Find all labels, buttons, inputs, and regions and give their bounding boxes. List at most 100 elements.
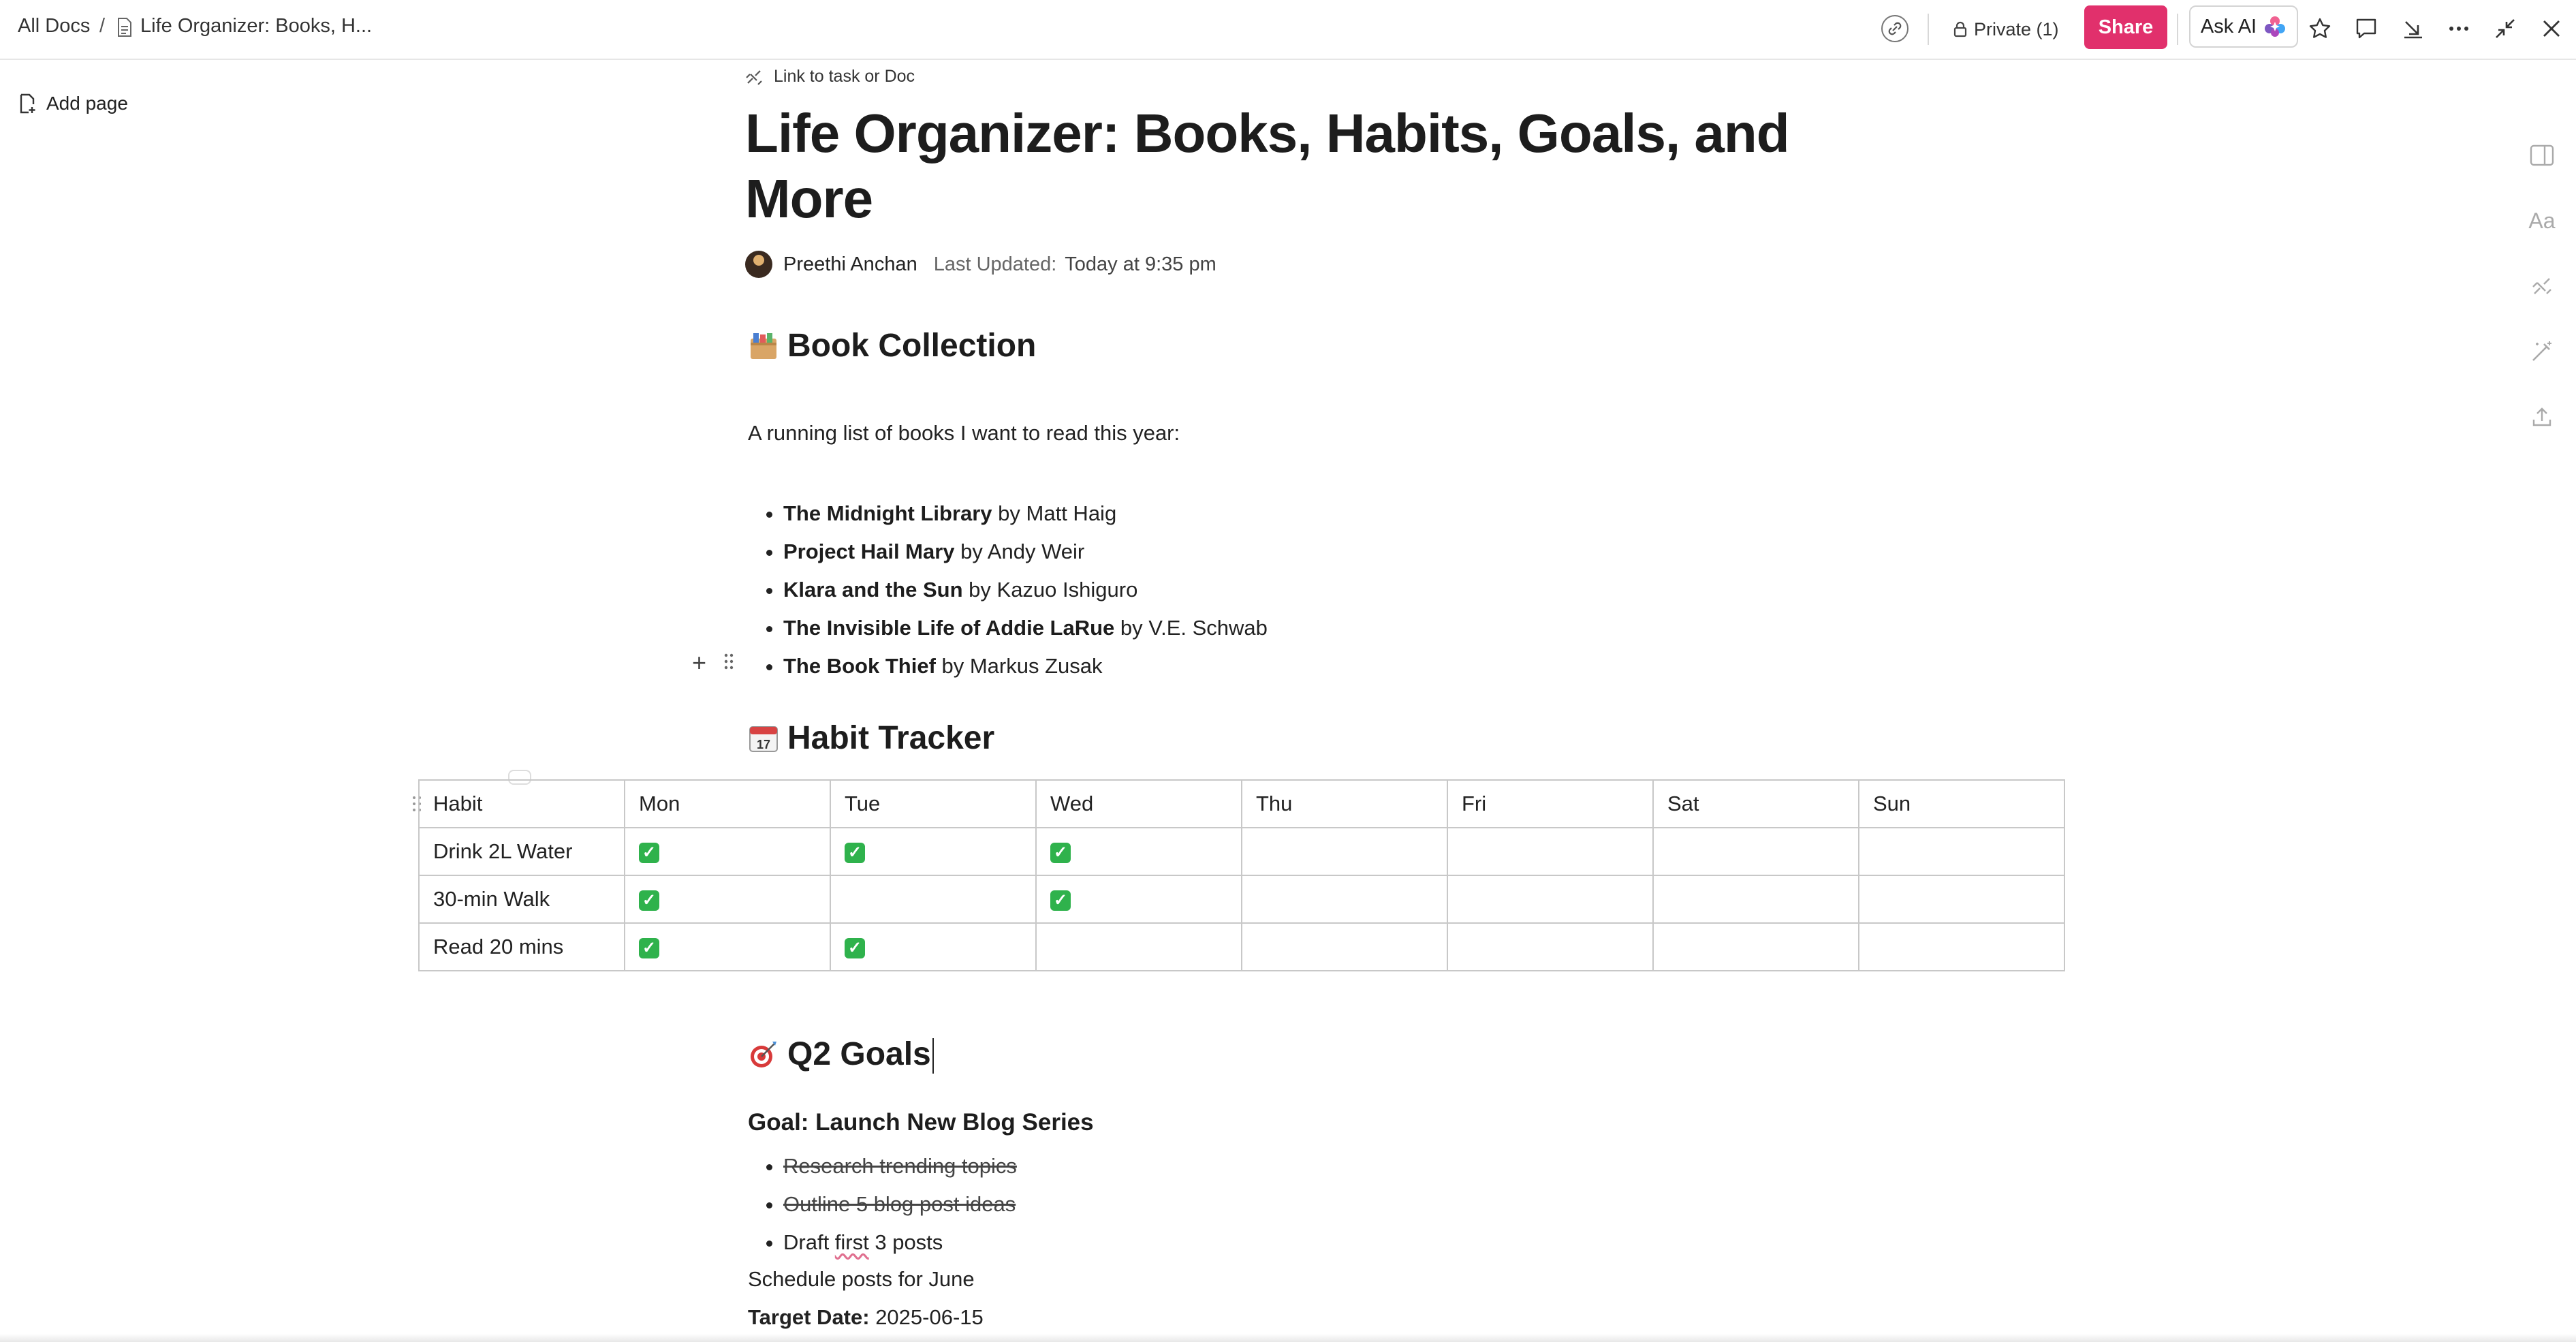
close-icon[interactable] xyxy=(2535,12,2568,45)
habit-tracker-title: Habit Tracker xyxy=(787,720,995,756)
table-header-cell[interactable]: Thu xyxy=(1241,779,1448,828)
goal-task-list: Research trending topics Outline 5 blog … xyxy=(748,1147,1017,1262)
list-item[interactable]: The Book Thief by Markus Zusak xyxy=(783,647,1268,685)
link-icon[interactable] xyxy=(1881,15,1909,42)
book-title: The Invisible Life of Addie LaRue xyxy=(783,616,1115,640)
ask-ai-button[interactable]: Ask AI xyxy=(2189,5,2298,48)
relationship-icon[interactable] xyxy=(2526,270,2558,302)
habit-day-cell[interactable] xyxy=(1858,827,2065,876)
habit-day-cell[interactable]: ✓ xyxy=(1035,827,1242,876)
private-button[interactable]: Private (1) xyxy=(1947,11,2066,48)
doc-title[interactable]: Life Organizer: Books, Habits, Goals, an… xyxy=(745,101,1808,232)
habit-day-cell[interactable] xyxy=(1241,827,1448,876)
habit-name-cell[interactable]: 30-min Walk xyxy=(418,875,625,924)
habit-day-cell[interactable]: ✓ xyxy=(830,922,1037,971)
book-title: Project Hail Mary xyxy=(783,540,955,563)
book-collection-heading: Book Collection xyxy=(748,327,1036,364)
add-block-icon[interactable]: + xyxy=(692,649,706,677)
byline: Preethi Anchan Last Updated: Today at 9:… xyxy=(745,251,1216,278)
misspelled-word[interactable]: first xyxy=(835,1230,869,1254)
toolbar-divider xyxy=(1928,14,1929,45)
book-list: The Midnight Library by Matt Haig Projec… xyxy=(748,495,1268,685)
breadcrumb-all-docs[interactable]: All Docs xyxy=(18,15,90,37)
book-collection-title: Book Collection xyxy=(787,328,1037,364)
habit-day-cell[interactable]: ✓ xyxy=(624,875,831,924)
habit-day-cell[interactable] xyxy=(1241,875,1448,924)
collapse-icon[interactable] xyxy=(2489,12,2522,45)
habit-day-cell[interactable] xyxy=(1035,922,1242,971)
goal-title: Goal: Launch New Blog Series xyxy=(748,1109,1094,1136)
list-item[interactable]: The Midnight Library by Matt Haig xyxy=(783,495,1268,533)
top-bar: All Docs / Life Organizer: Books, H... P… xyxy=(0,0,2576,60)
habit-day-cell[interactable] xyxy=(1447,827,1654,876)
add-page-button[interactable]: Add page xyxy=(19,93,128,114)
habit-day-cell[interactable] xyxy=(1652,827,1859,876)
table-header-cell[interactable]: Fri xyxy=(1447,779,1654,828)
habit-day-cell[interactable]: ✓ xyxy=(624,827,831,876)
breadcrumb-current-doc[interactable]: Life Organizer: Books, H... xyxy=(140,15,372,37)
books-icon xyxy=(751,332,776,359)
star-icon[interactable] xyxy=(2304,12,2336,45)
habit-day-cell[interactable]: ✓ xyxy=(1035,875,1242,924)
more-icon[interactable] xyxy=(2443,12,2475,45)
comment-icon[interactable] xyxy=(2350,12,2383,45)
habit-day-cell[interactable] xyxy=(1652,875,1859,924)
task-done: Research trending topics xyxy=(783,1154,1017,1178)
habit-day-cell[interactable] xyxy=(1858,922,2065,971)
download-icon[interactable] xyxy=(2396,12,2429,45)
private-label: Private (1) xyxy=(1974,18,2059,40)
checkmark-icon: ✓ xyxy=(1050,842,1071,863)
habit-day-cell[interactable] xyxy=(1858,875,2065,924)
target-date-label: Target Date: xyxy=(748,1305,870,1329)
sparkle-icon xyxy=(2265,16,2286,37)
q2-goals-title[interactable]: Q2 Goals xyxy=(787,1035,934,1074)
text-format-icon[interactable]: Aa xyxy=(2526,204,2558,237)
table-header-cell[interactable]: Habit xyxy=(418,779,625,828)
table-row: 30-min Walk ✓ ✓ xyxy=(418,875,2065,924)
target-date-value: 2025-06-15 xyxy=(869,1305,984,1329)
svg-text:17: 17 xyxy=(757,738,770,751)
avatar[interactable] xyxy=(745,251,772,278)
list-item[interactable]: Outline 5 blog post ideas xyxy=(783,1185,1017,1223)
table-header-cell[interactable]: Tue xyxy=(830,779,1037,828)
table-header-cell[interactable]: Wed xyxy=(1035,779,1242,828)
checkmark-icon: ✓ xyxy=(639,890,659,911)
list-item[interactable]: Project Hail Mary by Andy Weir xyxy=(783,533,1268,571)
link-to-task-label: Link to task or Doc xyxy=(774,67,915,86)
checkmark-icon: ✓ xyxy=(639,937,659,958)
table-header-row: Habit Mon Tue Wed Thu Fri Sat Sun xyxy=(418,779,2065,828)
calendar-icon: 17 xyxy=(749,725,778,752)
habit-day-cell[interactable] xyxy=(1447,875,1654,924)
checkmark-icon: ✓ xyxy=(639,842,659,863)
share-button[interactable]: Share xyxy=(2084,5,2167,49)
table-header-cell[interactable]: Sun xyxy=(1858,779,2065,828)
upload-icon[interactable] xyxy=(2526,401,2558,433)
magic-wand-icon[interactable] xyxy=(2526,335,2558,368)
habit-day-cell[interactable] xyxy=(830,875,1037,924)
drag-handle-icon[interactable] xyxy=(723,653,734,670)
schedule-text: Schedule posts for June xyxy=(748,1267,975,1291)
table-header-cell[interactable]: Mon xyxy=(624,779,831,828)
author-name[interactable]: Preethi Anchan xyxy=(783,253,917,276)
habit-day-cell[interactable]: ✓ xyxy=(830,827,1037,876)
bottom-edge xyxy=(0,1334,2576,1342)
list-item[interactable]: Draft first 3 posts xyxy=(783,1223,1017,1262)
text-cursor xyxy=(932,1038,934,1074)
table-header-cell[interactable]: Sat xyxy=(1652,779,1859,828)
table-row: Read 20 mins ✓ ✓ xyxy=(418,922,2065,971)
list-item[interactable]: Research trending topics xyxy=(783,1147,1017,1185)
habit-day-cell[interactable] xyxy=(1447,922,1654,971)
link-to-task-button[interactable]: Link to task or Doc xyxy=(745,67,915,87)
list-item[interactable]: Klara and the Sun by Kazuo Ishiguro xyxy=(783,571,1268,609)
book-title: Klara and the Sun xyxy=(783,578,963,602)
checkmark-icon: ✓ xyxy=(845,937,865,958)
list-item[interactable]: The Invisible Life of Addie LaRue by V.E… xyxy=(783,609,1268,647)
habit-day-cell[interactable] xyxy=(1652,922,1859,971)
table-row: Drink 2L Water ✓ ✓ ✓ xyxy=(418,827,2065,876)
habit-day-cell[interactable] xyxy=(1241,922,1448,971)
habit-day-cell[interactable]: ✓ xyxy=(624,922,831,971)
sidebar-toggle-icon[interactable] xyxy=(2526,139,2558,172)
habit-name-cell[interactable]: Drink 2L Water xyxy=(418,827,625,876)
habit-name-cell[interactable]: Read 20 mins xyxy=(418,922,625,971)
habit-tracker-heading: 17 Habit Tracker xyxy=(748,719,994,757)
